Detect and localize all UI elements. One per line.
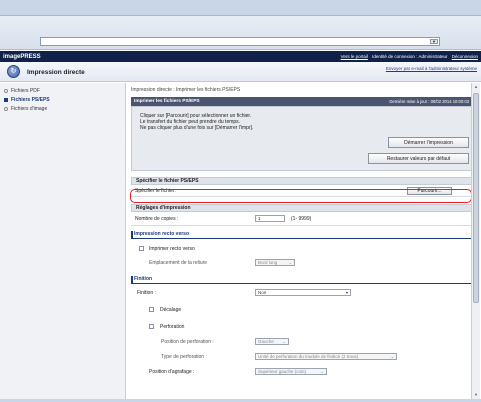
chevron-down-icon: ⌄ xyxy=(282,339,286,344)
sidebar-item-pdf[interactable]: Fichiers PDF xyxy=(0,86,125,95)
main-content: Impression directe : Imprimer les fichie… xyxy=(127,83,472,399)
bullet-icon xyxy=(4,106,8,111)
duplex-label: Imprimer recto verso xyxy=(149,246,195,252)
dropdown-arrow-icon[interactable]: ▼ xyxy=(430,39,438,44)
logout-link[interactable]: Déconnexion xyxy=(452,54,478,59)
copies-range: (1- 9999) xyxy=(291,216,312,222)
finishing-select[interactable]: Non ▾ xyxy=(255,289,351,296)
browser-title-bar xyxy=(0,0,481,16)
finishing-section-header: Finition xyxy=(131,275,472,284)
direct-print-icon: ↻ xyxy=(7,65,20,78)
punch-position-select[interactable]: Gauche ⌄ xyxy=(255,338,289,345)
finishing-label: Finition : xyxy=(137,290,156,296)
sidebar-item-ps-eps[interactable]: Fichiers PS/EPS xyxy=(0,95,125,104)
duplex-checkbox[interactable] xyxy=(139,246,144,251)
chevron-down-icon: ▾ xyxy=(345,290,348,295)
punch-checkbox[interactable] xyxy=(149,324,154,329)
punch-type-value: Unité de perforation du module de finiti… xyxy=(258,354,359,359)
portal-link[interactable]: Vers le portail xyxy=(341,54,368,59)
scroll-down-icon[interactable]: ▼ xyxy=(473,392,479,398)
bullet-icon xyxy=(4,88,8,93)
punch-label: Perforation xyxy=(160,324,185,330)
print-settings-header: Réglages d'impression xyxy=(131,204,472,212)
binding-value: Bord long xyxy=(258,260,278,265)
sidebar: Fichiers PDF Fichiers PS/EPS Fichiers d'… xyxy=(0,83,126,399)
punch-position-value: Gauche xyxy=(258,339,274,344)
offset-label: Décalage xyxy=(160,307,182,313)
bullet-icon xyxy=(4,97,8,102)
file-row-highlight xyxy=(130,189,472,203)
breadcrumb: Impression directe : Imprimer les fichie… xyxy=(131,87,241,93)
copies-row: Nombre de copies : 1 (1- 9999) xyxy=(131,212,472,226)
duplex-section-header: Impression recto verso xyxy=(131,230,472,239)
staple-label: Position d'agrafage : xyxy=(149,369,195,375)
print-panel-header: Imprimer les fichiers PS/EPS Dernière mi… xyxy=(131,97,472,106)
print-panel-body: Cliquer sur [Parcourir] pour sélectionne… xyxy=(131,106,472,171)
staple-select[interactable]: Supérieur gauche (coin) ⌄ xyxy=(255,368,327,375)
app-header: imagePRESS Vers le portail Identité de c… xyxy=(0,51,481,62)
scroll-up-icon[interactable]: ▲ xyxy=(473,84,479,90)
binding-select[interactable]: Bord long ⌄ xyxy=(255,259,295,266)
chevron-down-icon: ⌄ xyxy=(320,369,324,374)
sub-header: ↻ Impression directe Envoyer par e-mail … xyxy=(0,62,481,82)
app-logo: imagePRESS xyxy=(3,54,41,60)
sidebar-item-label: Fichiers PS/EPS xyxy=(11,96,50,103)
last-update: Dernière mise à jour : 00/02 2014 10:00:… xyxy=(389,99,469,104)
admin-mail-link[interactable]: Envoyer par e-mail à l'administrateur sy… xyxy=(386,66,477,71)
punch-type-select[interactable]: Unité de perforation du module de finiti… xyxy=(255,353,397,360)
punch-type-label: Type de perforation : xyxy=(161,354,207,360)
copies-label: Nombre de copies : xyxy=(135,215,179,222)
copies-input[interactable]: 1 xyxy=(255,215,285,222)
staple-value: Supérieur gauche (coin) xyxy=(258,369,307,374)
scroll-thumb[interactable] xyxy=(473,93,479,303)
mode-title: Impression directe xyxy=(27,69,85,76)
address-select[interactable]: ▼ xyxy=(40,37,440,46)
binding-label: Emplacement de la reliure xyxy=(149,260,208,266)
sidebar-item-label: Fichiers PDF xyxy=(11,87,40,94)
panel-title: Imprimer les fichiers PS/EPS xyxy=(134,99,200,104)
duplex-section: Imprimer recto verso Emplacement de la r… xyxy=(131,239,472,273)
start-print-button[interactable]: Démarrer l'impression xyxy=(388,137,469,148)
chevron-down-icon: ⌄ xyxy=(390,354,394,359)
sidebar-item-label: Fichiers d'image xyxy=(11,105,48,112)
header-links: Vers le portail Identité de connexion : … xyxy=(338,54,478,59)
file-section-header: Spécifier le fichier PS/EPS xyxy=(131,177,472,185)
identity-text: Identité de connexion : Administrateur xyxy=(372,54,448,59)
restore-defaults-button[interactable]: Restaurer valeurs par défaut xyxy=(368,153,469,164)
finishing-section: Finition : Non ▾ Décalage Perforation Po… xyxy=(131,284,472,379)
sidebar-item-image[interactable]: Fichiers d'image xyxy=(0,104,125,113)
instruction-line: Ne pas cliquer plus d'une fois sur [Déma… xyxy=(140,125,254,131)
punch-position-label: Position de perforation : xyxy=(161,339,214,345)
chevron-down-icon: ⌄ xyxy=(288,260,292,265)
instructions: Cliquer sur [Parcourir] pour sélectionne… xyxy=(140,113,253,131)
offset-checkbox[interactable] xyxy=(149,307,154,312)
vertical-scrollbar[interactable]: ▲ ▼ xyxy=(471,83,480,399)
finishing-value: Non xyxy=(258,290,267,295)
